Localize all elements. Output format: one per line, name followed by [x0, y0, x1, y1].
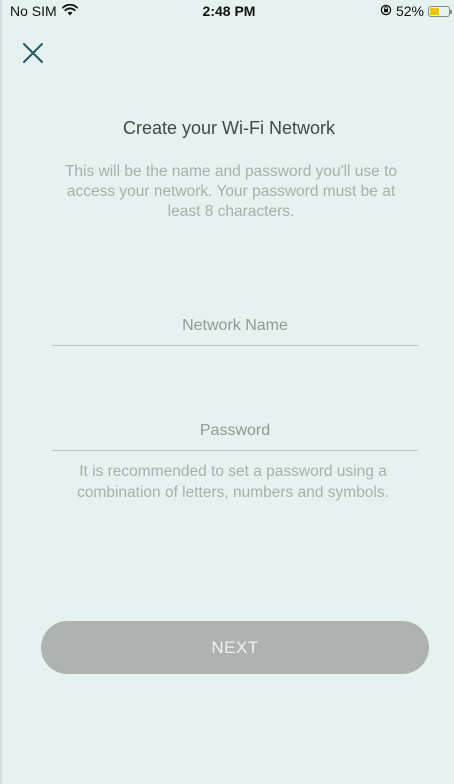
status-right: 52%	[380, 3, 452, 19]
battery-tip	[450, 9, 452, 14]
status-bar: No SIM 2:48 PM 52%	[2, 0, 454, 22]
network-name-input[interactable]	[52, 306, 418, 345]
close-icon	[23, 43, 43, 63]
password-field	[52, 411, 418, 451]
battery-icon	[428, 5, 452, 17]
wifi-setup-screen: No SIM 2:48 PM 52% Create your Wi-Fi Net…	[0, 0, 454, 784]
rotation-lock-icon	[380, 3, 392, 19]
network-name-field	[52, 306, 418, 346]
close-button[interactable]	[20, 40, 46, 66]
page-description: This will be the name and password you'l…	[64, 163, 398, 220]
page-title: Create your Wi-Fi Network	[122, 118, 336, 138]
battery-percent: 52%	[395, 3, 424, 19]
battery-level	[430, 7, 440, 15]
password-hint: It is recommended to set a password usin…	[77, 463, 389, 501]
next-button[interactable]: NEXT	[41, 621, 429, 674]
password-input[interactable]	[52, 411, 418, 450]
